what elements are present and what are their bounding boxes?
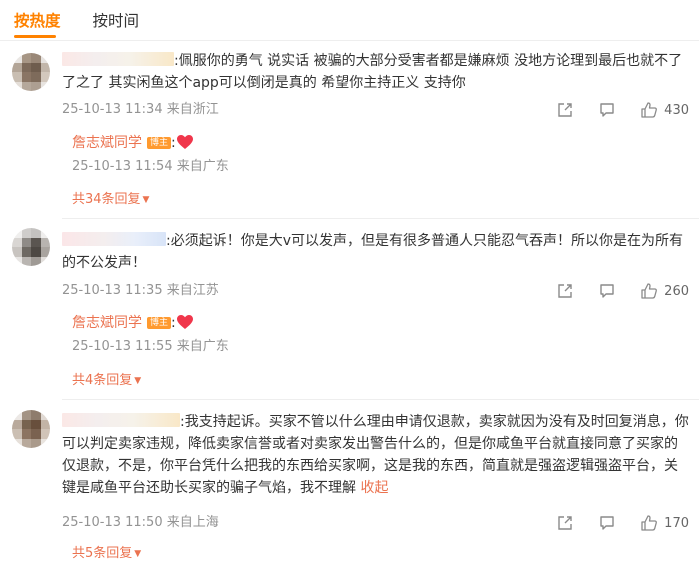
comment-location: 来自江苏 [166,283,219,298]
share-icon [558,516,572,530]
thumbs-up-icon [641,102,658,118]
more-replies-link[interactable]: 共4条回复 ▼ [72,371,141,391]
like-button[interactable] [639,100,659,120]
more-replies-label: 共5条回复 [72,546,133,561]
comment-icon [600,516,614,530]
avatar[interactable] [12,410,50,448]
comment-meta: 25-10-13 11:34 来自浙江 [62,100,219,120]
tab-sort-by-time[interactable]: 按时间 [93,10,140,34]
like-count: 260 [664,283,689,299]
comment-timestamp: 25-10-13 11:34 [62,102,163,117]
reply-item: 詹志斌同学 博主: 25-10-13 11:55 来自广东 [72,313,672,357]
like-count: 430 [664,102,689,118]
tab-sort-by-hot[interactable]: 按热度 [14,10,61,34]
share-button[interactable] [555,513,575,533]
sort-tabs: 按热度 按时间 [14,10,139,34]
share-icon [558,284,572,298]
comment-icon [600,284,614,298]
comment-separator [62,218,699,219]
comment-actions: 170 [533,513,689,533]
collapse-link[interactable]: 收起 [360,480,388,496]
reply-author[interactable]: 詹志斌同学 [72,135,142,151]
active-tab-indicator [14,35,56,38]
share-button[interactable] [555,100,575,120]
reply-location: 来自广东 [176,159,229,174]
comment-separator [62,399,699,400]
caret-down-icon: ▼ [142,195,150,205]
reply-location: 来自广东 [176,339,229,354]
reply-line: 詹志斌同学 博主: [72,133,672,153]
comment-actions: 260 [533,281,689,301]
author-badge: 博主 [147,137,172,149]
reply-timestamp: 25-10-13 11:55 [72,339,173,354]
comment-timestamp: 25-10-13 11:35 [62,283,163,298]
comment-timestamp: 25-10-13 11:50 [62,515,163,530]
like-button[interactable] [639,281,659,301]
username-blurred[interactable] [62,413,180,427]
thumbs-up-icon [641,515,658,531]
comment-location: 来自上海 [166,515,219,530]
caret-down-icon: ▼ [134,549,142,559]
share-icon [558,103,572,117]
comment-actions: 430 [533,100,689,120]
more-replies-label: 共4条回复 [72,373,133,388]
avatar[interactable] [12,228,50,266]
username-blurred[interactable] [62,52,174,66]
like-button[interactable] [639,513,659,533]
username-blurred[interactable] [62,232,166,246]
comment-meta: 25-10-13 11:35 来自江苏 [62,281,219,301]
comment-text: :佩服你的勇气 说实话 被骗的大部分受害者都是嫌麻烦 没地方论理到最后也就不了了… [62,50,690,94]
reply-author[interactable]: 詹志斌同学 [72,315,142,331]
caret-down-icon: ▼ [134,376,142,386]
more-replies-link[interactable]: 共5条回复 ▼ [72,544,141,564]
reply-meta: 25-10-13 11:55 来自广东 [72,337,672,357]
comment-text: :必须起诉！你是大v可以发声，但是有很多普通人只能忍气吞声！所以你是在为所有的不… [62,230,690,274]
comment-meta: 25-10-13 11:50 来自上海 [62,513,219,533]
comment-button[interactable] [597,281,617,301]
comment-location: 来自浙江 [166,102,219,117]
thumbs-up-icon [641,283,658,299]
reply-timestamp: 25-10-13 11:54 [72,159,173,174]
comment-button[interactable] [597,100,617,120]
reply-meta: 25-10-13 11:54 来自广东 [72,157,672,177]
comment-text: :我支持起诉。买家不管以什么理由申请仅退款，卖家就因为没有及时回复消息，你可以判… [62,411,690,499]
comment-button[interactable] [597,513,617,533]
more-replies-label: 共34条回复 [72,192,141,207]
reply-item: 詹志斌同学 博主: 25-10-13 11:54 来自广东 [72,133,672,177]
heart-emoji-icon [176,315,193,329]
avatar[interactable] [12,53,50,91]
comment-icon [600,103,614,117]
reply-line: 詹志斌同学 博主: [72,313,672,333]
heart-emoji-icon [176,135,193,149]
like-count: 170 [664,515,689,531]
author-badge: 博主 [147,317,172,329]
share-button[interactable] [555,281,575,301]
tabs-divider [0,40,699,41]
more-replies-link[interactable]: 共34条回复 ▼ [72,190,149,210]
